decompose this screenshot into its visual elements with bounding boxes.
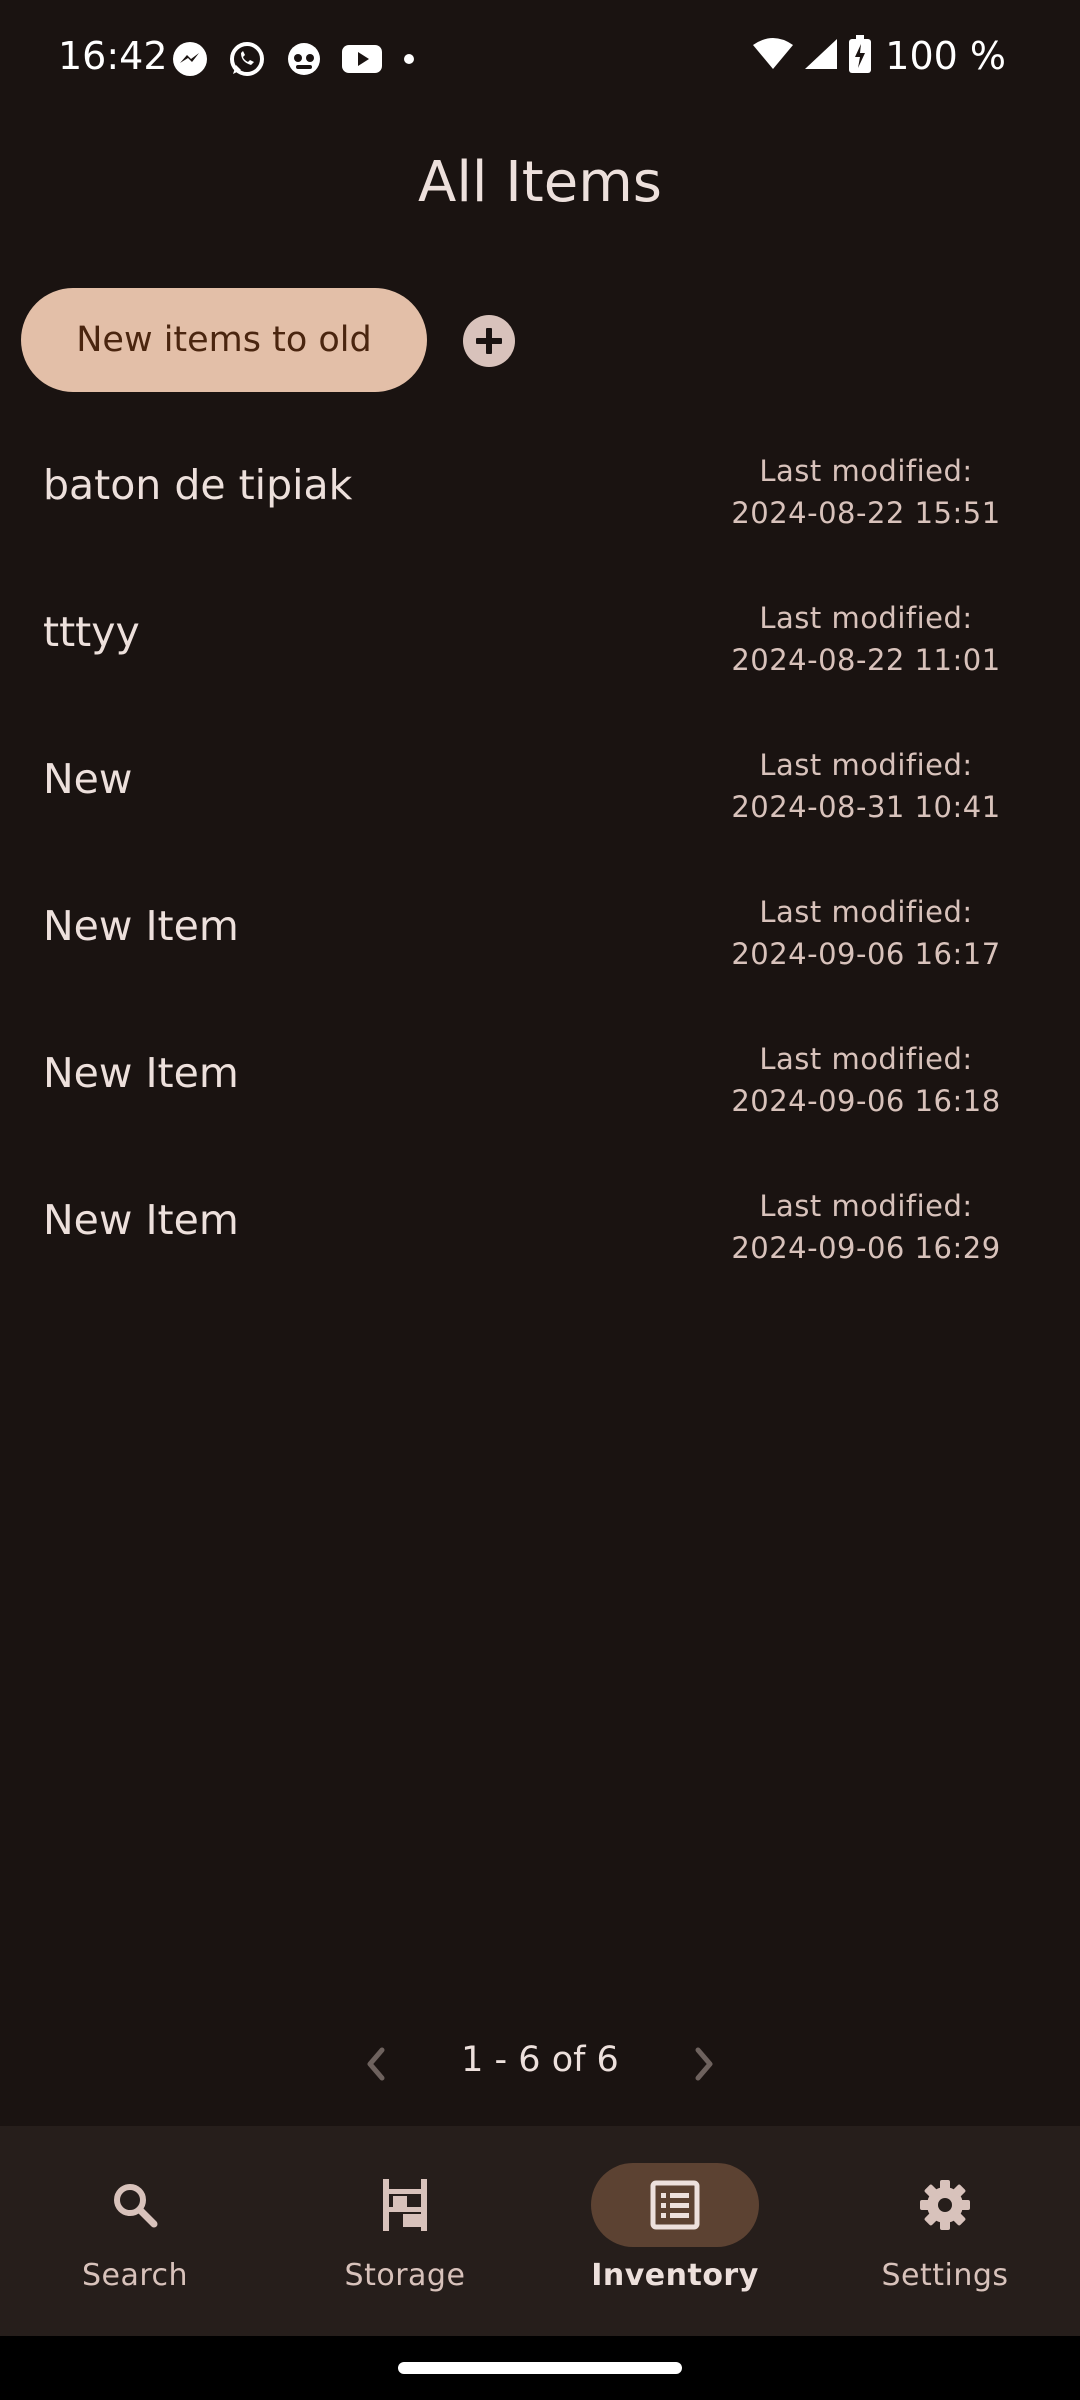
bottom-navigation: Search Storage Inventory Settings bbox=[0, 2126, 1080, 2336]
status-bar: 16:42 100 % bbox=[0, 0, 1080, 120]
messenger-icon bbox=[172, 41, 208, 82]
nav-label: Settings bbox=[881, 2258, 1009, 2293]
gesture-navigation-area bbox=[0, 2336, 1080, 2400]
nav-label: Inventory bbox=[591, 2258, 759, 2293]
battery-percentage: 100 % bbox=[885, 34, 1006, 78]
last-modified-label: Last modified: bbox=[759, 601, 973, 635]
last-modified-value: 2024-08-31 10:41 bbox=[731, 790, 1001, 824]
last-modified-label: Last modified: bbox=[759, 895, 973, 929]
home-gesture-handle[interactable] bbox=[398, 2362, 682, 2374]
last-modified-label: Last modified: bbox=[759, 454, 973, 488]
nav-indicator bbox=[51, 2163, 219, 2247]
nav-indicator bbox=[861, 2163, 1029, 2247]
youtube-icon bbox=[342, 43, 382, 80]
settings-icon bbox=[920, 2180, 970, 2230]
item-name: New Item bbox=[43, 902, 239, 950]
item-last-modified: Last modified: 2024-08-22 11:01 bbox=[716, 597, 1016, 681]
item-list: baton de tipiak Last modified: 2024-08-2… bbox=[0, 416, 1080, 1298]
item-last-modified: Last modified: 2024-09-06 16:18 bbox=[716, 1038, 1016, 1122]
item-name: New bbox=[43, 755, 133, 803]
item-name: New Item bbox=[43, 1196, 239, 1244]
page-range-label: 1 - 6 of 6 bbox=[461, 2040, 619, 2080]
last-modified-label: Last modified: bbox=[759, 1189, 973, 1223]
signal-icon bbox=[803, 37, 839, 76]
chevron-right-icon bbox=[695, 2047, 713, 2081]
system-icons: 100 % bbox=[753, 34, 1006, 78]
item-last-modified: Last modified: 2024-09-06 16:29 bbox=[716, 1185, 1016, 1269]
last-modified-label: Last modified: bbox=[759, 748, 973, 782]
nav-item-search[interactable]: Search bbox=[0, 2126, 270, 2336]
wifi-icon bbox=[753, 37, 794, 76]
plus-circle-icon bbox=[463, 315, 515, 367]
nav-indicator bbox=[321, 2163, 489, 2247]
status-time: 16:42 bbox=[58, 34, 168, 78]
list-item[interactable]: baton de tipiak Last modified: 2024-08-2… bbox=[0, 416, 1080, 563]
item-name: baton de tipiak bbox=[43, 461, 353, 509]
item-last-modified: Last modified: 2024-08-22 15:51 bbox=[716, 450, 1016, 534]
nav-item-storage[interactable]: Storage bbox=[270, 2126, 540, 2336]
nav-label: Search bbox=[81, 2258, 189, 2293]
search-icon bbox=[114, 2184, 158, 2228]
nav-item-inventory[interactable]: Inventory bbox=[540, 2126, 810, 2336]
storage-icon bbox=[383, 2179, 427, 2231]
last-modified-value: 2024-09-06 16:18 bbox=[731, 1084, 1001, 1118]
list-item[interactable]: New Last modified: 2024-08-31 10:41 bbox=[0, 710, 1080, 857]
battery-icon bbox=[849, 34, 872, 78]
sort-order-button[interactable]: New items to old bbox=[21, 288, 427, 392]
next-page-button[interactable] bbox=[684, 2040, 724, 2088]
list-item[interactable]: New Item Last modified: 2024-09-06 16:17 bbox=[0, 857, 1080, 1004]
item-last-modified: Last modified: 2024-09-06 16:17 bbox=[716, 891, 1016, 975]
last-modified-label: Last modified: bbox=[759, 1042, 973, 1076]
nav-item-settings[interactable]: Settings bbox=[810, 2126, 1080, 2336]
dot-icon bbox=[402, 52, 416, 71]
last-modified-value: 2024-09-06 16:29 bbox=[731, 1231, 1001, 1265]
last-modified-value: 2024-08-22 15:51 bbox=[731, 496, 1001, 530]
list-item[interactable]: tttyy Last modified: 2024-08-22 11:01 bbox=[0, 563, 1080, 710]
notification-icons bbox=[172, 40, 416, 83]
add-item-button[interactable] bbox=[462, 314, 516, 368]
pagination: 1 - 6 of 6 bbox=[0, 2034, 1080, 2094]
last-modified-value: 2024-09-06 16:17 bbox=[731, 937, 1001, 971]
nav-label: Storage bbox=[344, 2258, 466, 2293]
page-title: All Items bbox=[418, 150, 662, 215]
whatsapp-icon bbox=[228, 40, 266, 83]
list-item[interactable]: New Item Last modified: 2024-09-06 16:29 bbox=[0, 1151, 1080, 1298]
item-name: tttyy bbox=[43, 608, 140, 656]
nav-indicator-active bbox=[591, 2163, 759, 2247]
inventory-icon bbox=[650, 2180, 700, 2230]
item-name: New Item bbox=[43, 1049, 239, 1097]
list-item[interactable]: New Item Last modified: 2024-09-06 16:18 bbox=[0, 1004, 1080, 1151]
app-icon bbox=[286, 41, 322, 82]
item-last-modified: Last modified: 2024-08-31 10:41 bbox=[716, 744, 1016, 828]
last-modified-value: 2024-08-22 11:01 bbox=[731, 643, 1001, 677]
